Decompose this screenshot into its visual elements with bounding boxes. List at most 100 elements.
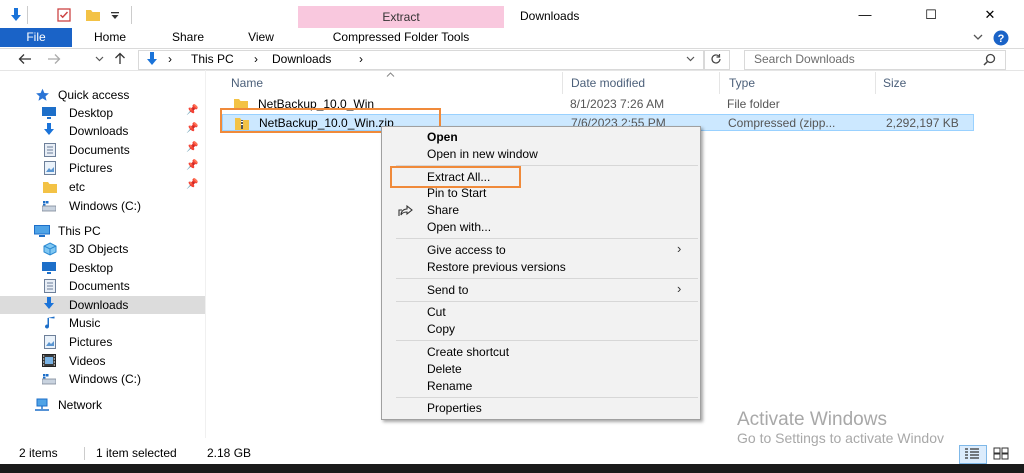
nav-pc-videos[interactable]: Videos xyxy=(0,352,205,370)
nav-pc-music[interactable]: Music xyxy=(0,314,205,332)
breadcrumb-downloads[interactable]: Downloads xyxy=(272,52,331,66)
documents-icon xyxy=(44,143,56,157)
nav-label: Desktop xyxy=(69,106,114,120)
desktop-icon xyxy=(42,107,56,119)
close-button[interactable]: ✕ xyxy=(967,3,1013,27)
nav-this-pc[interactable]: This PC xyxy=(0,222,205,240)
nav-qa-downloads[interactable]: Downloads 📌 xyxy=(0,122,205,140)
menu-item-properties[interactable]: Properties xyxy=(427,401,482,415)
pictures-icon xyxy=(44,335,56,349)
nav-label: Downloads xyxy=(69,124,129,138)
maximize-button[interactable]: ☐ xyxy=(908,3,954,27)
customize-qat-icon[interactable] xyxy=(110,11,120,21)
tab-home[interactable]: Home xyxy=(78,28,142,47)
column-header-type[interactable]: Type xyxy=(729,76,755,90)
search-icon[interactable] xyxy=(983,53,996,66)
nav-pc-3d-objects[interactable]: 3D Objects xyxy=(0,240,205,258)
refresh-icon[interactable] xyxy=(710,53,722,65)
download-arrow-icon xyxy=(147,52,157,65)
sort-ascending-icon xyxy=(386,72,395,77)
menu-item-send-to[interactable]: Send to xyxy=(427,283,468,297)
tab-file[interactable]: File xyxy=(0,28,72,47)
tab-view[interactable]: View xyxy=(232,28,290,47)
nav-qa-documents[interactable]: Documents 📌 xyxy=(0,141,205,159)
search-placeholder: Search Downloads xyxy=(754,52,855,66)
large-icons-view-icon[interactable] xyxy=(993,447,1009,460)
breadcrumb-this-pc[interactable]: This PC xyxy=(191,52,234,66)
nav-network[interactable]: Network xyxy=(0,396,205,414)
documents-icon xyxy=(44,279,56,293)
minimize-button[interactable]: — xyxy=(842,3,888,27)
download-arrow-icon xyxy=(44,123,54,135)
menu-separator xyxy=(396,278,698,279)
nav-label: etc xyxy=(69,180,86,194)
menu-item-share[interactable]: Share xyxy=(427,203,459,217)
menu-item-cut[interactable]: Cut xyxy=(427,305,446,319)
breadcrumb-chevron-icon[interactable]: › xyxy=(168,52,172,66)
menu-item-open-with[interactable]: Open with... xyxy=(427,220,491,234)
properties-icon[interactable] xyxy=(56,7,72,23)
nav-label: Pictures xyxy=(69,335,113,349)
column-separator[interactable] xyxy=(875,72,876,94)
nav-pc-desktop[interactable]: Desktop xyxy=(0,259,205,277)
address-dropdown-icon[interactable] xyxy=(686,56,695,62)
pin-icon[interactable]: 📌 xyxy=(186,142,198,153)
forward-arrow-icon[interactable] xyxy=(47,53,61,65)
nav-label: Downloads xyxy=(69,298,129,312)
recent-locations-icon[interactable] xyxy=(95,56,104,62)
pin-icon[interactable]: 📌 xyxy=(186,123,198,134)
tab-share[interactable]: Share xyxy=(158,28,218,47)
menu-item-pin-to-start[interactable]: Pin to Start xyxy=(427,186,486,200)
nav-qa-desktop[interactable]: Desktop 📌 xyxy=(0,104,205,122)
taskbar-edge xyxy=(0,464,1024,473)
menu-item-give-access[interactable]: Give access to xyxy=(427,243,506,257)
help-icon[interactable]: ? xyxy=(993,30,1009,46)
nav-qa-pictures[interactable]: Pictures 📌 xyxy=(0,159,205,177)
nav-pc-documents[interactable]: Documents xyxy=(0,277,205,295)
back-arrow-icon[interactable] xyxy=(18,53,32,65)
column-separator[interactable] xyxy=(562,72,563,94)
pin-icon[interactable]: 📌 xyxy=(186,105,198,116)
column-header-name[interactable]: Name xyxy=(231,76,263,90)
nav-quick-access[interactable]: Quick access xyxy=(0,86,205,104)
star-icon xyxy=(36,88,49,101)
column-header-size[interactable]: Size xyxy=(883,76,906,90)
nav-label: Quick access xyxy=(58,88,130,102)
breadcrumb-chevron-icon[interactable]: › xyxy=(254,52,258,66)
nav-label: This PC xyxy=(58,224,101,238)
svg-text:?: ? xyxy=(998,33,1005,45)
column-header-date[interactable]: Date modified xyxy=(571,76,645,90)
menu-item-delete[interactable]: Delete xyxy=(427,362,462,376)
nav-pc-pictures[interactable]: Pictures xyxy=(0,333,205,351)
menu-item-restore-versions[interactable]: Restore previous versions xyxy=(427,260,566,274)
nav-qa-etc[interactable]: etc 📌 xyxy=(0,178,205,196)
menu-item-open-new-window[interactable]: Open in new window xyxy=(427,147,538,161)
details-view-icon[interactable] xyxy=(965,448,979,459)
menu-separator xyxy=(396,301,698,302)
menu-item-copy[interactable]: Copy xyxy=(427,322,455,336)
nav-pc-downloads[interactable]: Downloads xyxy=(0,296,205,314)
menu-item-open[interactable]: Open xyxy=(427,130,458,144)
expand-ribbon-icon[interactable] xyxy=(973,33,983,41)
nav-qa-windows-c[interactable]: Windows (C:) xyxy=(0,197,205,215)
menu-item-rename[interactable]: Rename xyxy=(427,379,472,393)
download-arrow-icon[interactable] xyxy=(8,7,24,23)
drive-icon xyxy=(42,201,56,212)
nav-label: 3D Objects xyxy=(69,242,129,256)
activation-watermark-subtitle: Go to Settings to activate Windov xyxy=(737,430,944,446)
pin-icon[interactable]: 📌 xyxy=(186,179,198,190)
pane-divider[interactable] xyxy=(205,70,206,438)
nav-pc-windows-c[interactable]: Windows (C:) xyxy=(0,370,205,388)
breadcrumb-chevron-icon[interactable]: › xyxy=(359,52,363,66)
new-folder-icon[interactable] xyxy=(85,7,101,23)
cube-icon xyxy=(43,242,57,256)
nav-label: Documents xyxy=(69,143,130,157)
tab-extract[interactable]: Extract xyxy=(298,10,504,24)
pin-icon[interactable]: 📌 xyxy=(186,160,198,171)
up-arrow-icon[interactable] xyxy=(114,52,126,65)
network-icon xyxy=(35,398,49,411)
tab-compressed-folder-tools[interactable]: Compressed Folder Tools xyxy=(298,28,504,48)
menu-item-create-shortcut[interactable]: Create shortcut xyxy=(427,345,509,359)
file-date: 8/1/2023 7:26 AM xyxy=(570,97,665,111)
column-separator[interactable] xyxy=(719,72,720,94)
